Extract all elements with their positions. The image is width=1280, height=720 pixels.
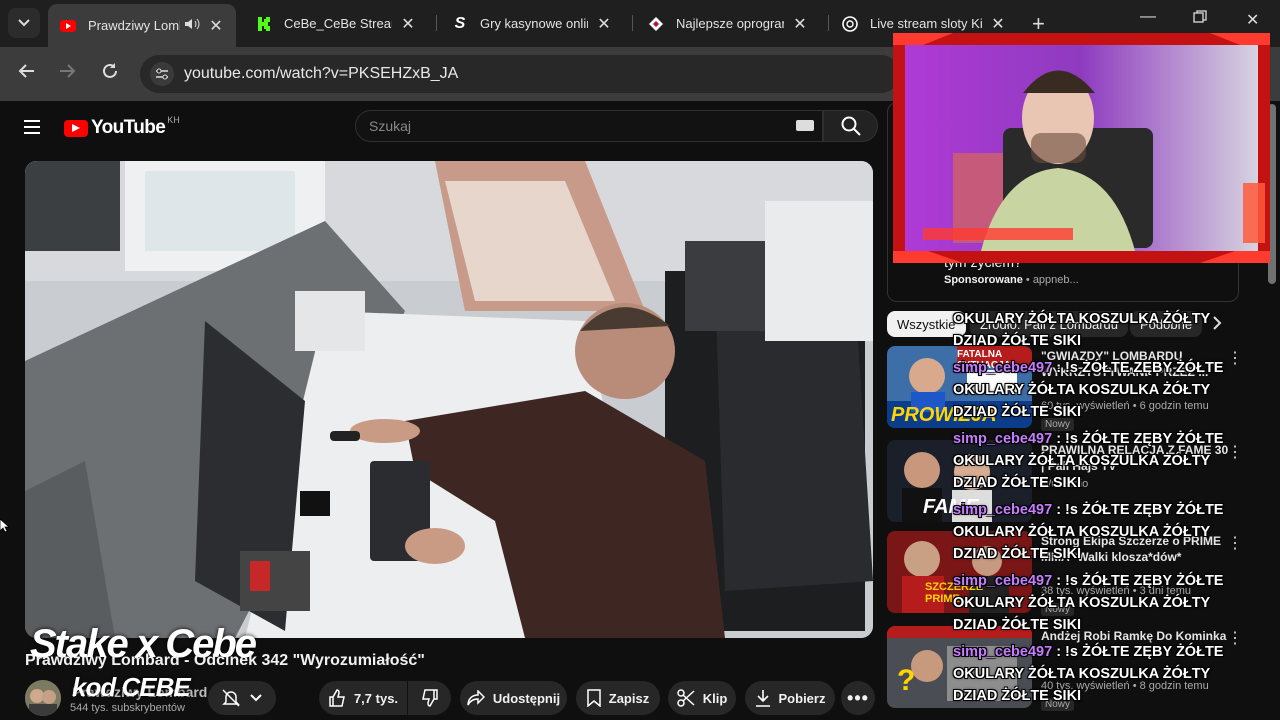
close-tab-icon[interactable]: ✕ [792, 14, 808, 34]
promo-code-overlay: kod CEBE [72, 672, 191, 702]
thumbs-down-icon [421, 689, 438, 707]
close-tab-icon[interactable]: ✕ [990, 14, 1006, 34]
chat-message: simp_cebe497 : !s ŻÓŁTE ZĘBY ŻÓŁTE OKULA… [953, 641, 1253, 707]
reload-button[interactable] [101, 62, 119, 86]
sponsored-label: Sponsorowane [944, 274, 1023, 286]
share-button[interactable]: Udostępnij [460, 681, 567, 715]
speaker-icon[interactable] [184, 17, 200, 34]
chat-username: simp_cebe497 [953, 431, 1053, 447]
youtube-header: YouTube KH [0, 101, 890, 151]
download-label: Pobierz [778, 690, 826, 706]
url-text: youtube.com/watch?v=PKSEHZxB_JA [184, 65, 459, 82]
advertiser-name: appneb... [1032, 274, 1079, 286]
clip-label: Klip [702, 690, 728, 706]
stream-chat-overlay: OKULARY ŻÓŁTA KOSZULKA ŻÓŁTY DZIAD ŻÓŁTE… [953, 308, 1253, 712]
search-input[interactable] [369, 118, 789, 134]
video-frame [25, 161, 873, 638]
video-player[interactable] [25, 161, 873, 638]
more-horizontal-icon: ••• [847, 687, 869, 708]
country-code: KH [167, 115, 180, 125]
chat-username: simp_cebe497 [953, 502, 1053, 518]
chat-username: simp_cebe497 [953, 644, 1053, 660]
tab-search-button[interactable] [8, 8, 40, 38]
keyboard-icon[interactable] [796, 120, 814, 131]
forward-button[interactable] [59, 62, 77, 85]
youtube-icon [60, 18, 76, 34]
thumbnail-text: ? [897, 664, 916, 697]
close-window-button[interactable]: ✕ [1246, 10, 1259, 30]
tab-separator [436, 15, 437, 31]
omnibox[interactable]: youtube.com/watch?v=PKSEHZxB_JA [140, 55, 900, 93]
tab-title: Prawdziwy Lombard [88, 18, 180, 33]
tab-title: CeBe_CeBe Stream [284, 16, 392, 31]
save-button[interactable]: Zapisz [576, 681, 660, 715]
sponsored-label-row: Sponsorowane • appneb... [944, 274, 1079, 286]
bell-off-icon [222, 689, 240, 707]
tab-separator [828, 15, 829, 31]
youtube-logo[interactable]: YouTube KH [64, 115, 180, 139]
scissors-icon [676, 689, 695, 707]
mouse-cursor-icon [0, 518, 11, 538]
hamburger-menu-icon[interactable] [24, 120, 40, 138]
dislike-button[interactable] [408, 681, 451, 715]
restore-button[interactable] [1193, 10, 1207, 29]
diamond-icon [648, 16, 664, 32]
clip-button[interactable]: Klip [668, 681, 736, 715]
minimize-button[interactable]: — [1140, 8, 1156, 26]
kick-icon [256, 15, 272, 32]
site-info-icon[interactable] [150, 62, 174, 86]
chat-message: simp_cebe497 : !s ŻÓŁTE ZĘBY ŻÓŁTE OKULA… [953, 428, 1253, 494]
tab-cebe-stream[interactable]: CeBe_CeBe Stream ✕ [244, 8, 428, 39]
search-box [355, 110, 823, 142]
webcam-overlay [893, 33, 1270, 263]
tab-separator [632, 15, 633, 31]
search-icon [841, 116, 861, 136]
more-actions-button[interactable]: ••• [841, 681, 875, 715]
tab-title: Najlepsze oprogram [676, 16, 784, 31]
chat-text: OKULARY ŻÓŁTA KOSZULKA ŻÓŁTY DZIAD ŻÓŁTE… [953, 311, 1210, 349]
channel-avatar[interactable] [25, 680, 61, 716]
chevron-down-icon [250, 694, 262, 702]
close-tab-icon[interactable]: ✕ [596, 14, 612, 34]
chat-message: OKULARY ŻÓŁTA KOSZULKA ŻÓŁTY DZIAD ŻÓŁTE… [953, 308, 1253, 352]
share-icon [467, 690, 485, 706]
chat-username: simp_cebe497 [953, 573, 1053, 589]
youtube-play-icon [64, 119, 88, 137]
subscribed-bell-button[interactable] [208, 681, 276, 715]
openai-icon [842, 15, 858, 32]
search-button[interactable] [823, 110, 878, 142]
chat-message: simp_cebe497 : !s ŻÓŁTE ZĘBY ŻÓŁTE OKULA… [953, 570, 1253, 636]
video-title: Prawdziwy Lombard - Odcinek 342 "Wyrozum… [25, 652, 425, 669]
chat-username: simp_cebe497 [953, 360, 1053, 376]
chat-message: simp_cebe497 : !s ŻÓŁTE ZĘBY ŻÓŁTE OKULA… [953, 499, 1253, 565]
stake-s-icon: S [454, 14, 466, 32]
tab-title: Live stream sloty Ki [870, 16, 982, 31]
like-button[interactable]: 7,7 tys. [319, 681, 407, 715]
close-tab-icon[interactable]: ✕ [400, 14, 416, 34]
back-button[interactable] [17, 62, 35, 85]
tab-title: Gry kasynowe online [480, 16, 588, 31]
youtube-wordmark: YouTube [91, 117, 166, 138]
chat-message: simp_cebe497 : !s ŻÓŁTE ZĘBY ŻÓŁTE OKULA… [953, 357, 1253, 423]
share-label: Udostępnij [492, 690, 561, 706]
chevron-down-icon [18, 19, 30, 27]
tab-gry-kasynowe[interactable]: S Gry kasynowe online ✕ [440, 8, 624, 39]
thumbs-up-icon [329, 689, 345, 707]
close-tab-icon[interactable]: ✕ [208, 16, 224, 36]
like-count: 7,7 tys. [353, 690, 399, 706]
subscriber-count: 544 tys. subskrybentów [70, 702, 185, 714]
bookmark-icon [587, 689, 601, 707]
tab-prawdziwy-lombard[interactable]: Prawdziwy Lombard ✕ [48, 4, 236, 47]
tab-najlepsze[interactable]: Najlepsze oprogram ✕ [636, 8, 820, 39]
download-icon [755, 690, 770, 707]
download-button[interactable]: Pobierz [745, 681, 835, 715]
save-label: Zapisz [608, 690, 650, 706]
